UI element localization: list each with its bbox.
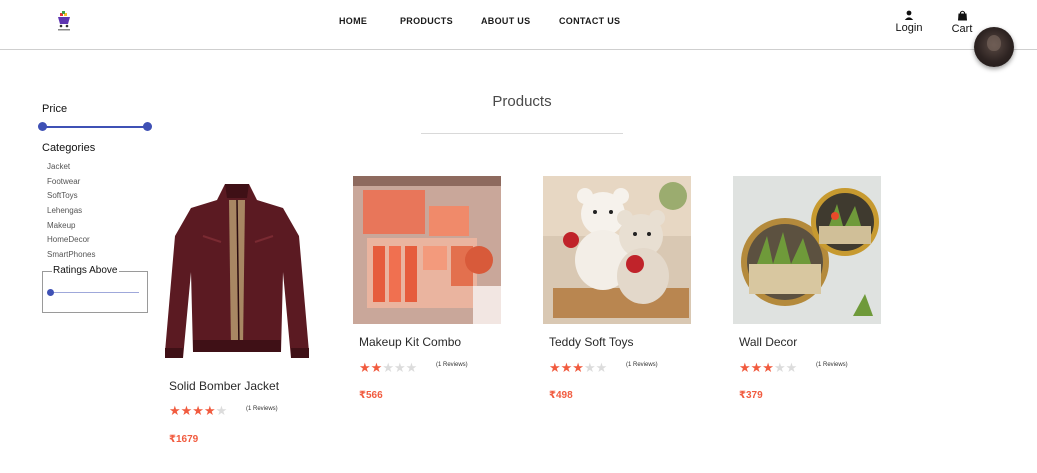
page-title: Products — [492, 93, 552, 110]
categories-label: Categories — [42, 142, 96, 154]
product-name[interactable]: Teddy Soft Toys — [549, 335, 634, 349]
product-price: ₹566 — [359, 390, 383, 401]
heading-divider — [421, 133, 623, 134]
nav-contact-us[interactable]: CONTACT US — [559, 16, 620, 26]
star-rating: ★★★★★ — [359, 360, 418, 375]
ratings-label: Ratings Above — [52, 265, 119, 276]
category-homedecor[interactable]: HomeDecor — [47, 233, 95, 248]
cart-label: Cart — [951, 23, 973, 35]
login-label: Login — [895, 22, 923, 34]
product-name[interactable]: Solid Bomber Jacket — [169, 379, 279, 393]
ratings-slider-track[interactable] — [50, 292, 139, 293]
product-name[interactable]: Wall Decor — [739, 335, 797, 349]
price-filter-label: Price — [42, 103, 68, 115]
category-list: Jacket Footwear SoftToys Lehengas Makeup… — [47, 160, 95, 263]
nav-products[interactable]: PRODUCTS — [400, 16, 453, 26]
person-icon — [904, 10, 914, 20]
category-footwear[interactable]: Footwear — [47, 175, 95, 190]
category-makeup[interactable]: Makeup — [47, 219, 95, 234]
product-image-jacket — [163, 176, 311, 362]
price-slider-track[interactable] — [42, 126, 148, 128]
star-rating: ★★★★★ — [549, 360, 608, 375]
product-image-wall-decor — [733, 176, 881, 324]
product-name[interactable]: Makeup Kit Combo — [359, 335, 461, 349]
review-count: (1 Reviews) — [816, 362, 848, 368]
star-rating: ★★★★★ — [739, 360, 798, 375]
review-count: (1 Reviews) — [626, 362, 658, 368]
nav-home[interactable]: HOME — [339, 16, 367, 26]
category-smartphones[interactable]: SmartPhones — [47, 248, 95, 263]
nav-about-us[interactable]: ABOUT US — [481, 16, 530, 26]
login-button[interactable]: Login — [893, 10, 925, 34]
ratings-slider-handle[interactable] — [47, 289, 54, 296]
store-logo[interactable] — [56, 11, 72, 33]
cart-button[interactable]: Cart — [948, 10, 976, 35]
star-rating: ★★★★★ — [169, 403, 228, 418]
product-image-makeup-kit — [353, 176, 501, 324]
site-header: HOME PRODUCTS ABOUT US CONTACT US Login … — [0, 0, 1037, 50]
product-price: ₹498 — [549, 390, 573, 401]
category-lehengas[interactable]: Lehengas — [47, 204, 95, 219]
product-image-teddy — [543, 176, 691, 324]
review-count: (1 Reviews) — [436, 362, 468, 368]
category-jacket[interactable]: Jacket — [47, 160, 95, 175]
user-avatar[interactable] — [974, 27, 1014, 67]
category-softtoys[interactable]: SoftToys — [47, 189, 95, 204]
review-count: (1 Reviews) — [246, 406, 278, 412]
product-price: ₹379 — [739, 390, 763, 401]
shopping-bag-icon — [957, 10, 967, 21]
price-slider-min-handle[interactable] — [38, 122, 47, 131]
price-slider-max-handle[interactable] — [143, 122, 152, 131]
product-price: ₹1679 — [169, 434, 199, 445]
